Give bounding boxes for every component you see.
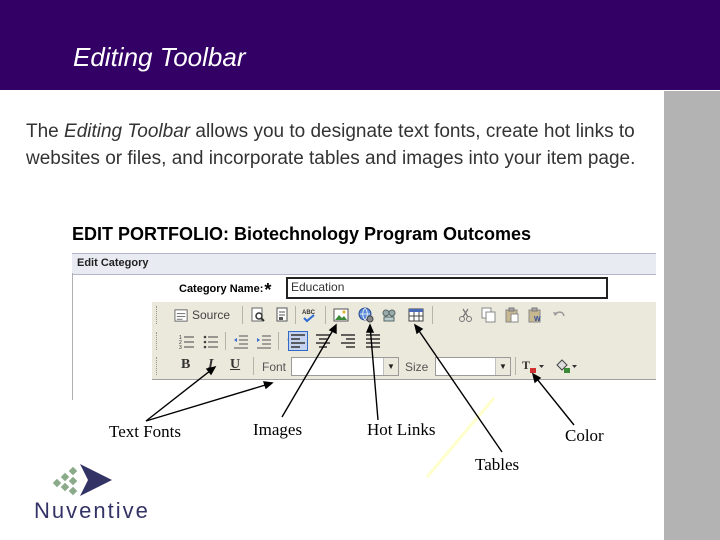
size-label: Size xyxy=(405,360,429,374)
paste-special-icon: W xyxy=(528,307,541,323)
intro-prefix: The xyxy=(26,121,65,142)
undo-button[interactable] xyxy=(550,306,568,324)
editor-content-area[interactable] xyxy=(152,379,656,401)
source-label: Source xyxy=(192,308,231,322)
svg-text:3: 3 xyxy=(179,345,182,349)
background-color-button[interactable] xyxy=(552,357,580,375)
text-color-button[interactable]: T xyxy=(520,357,546,375)
insert-table-button[interactable] xyxy=(407,306,425,324)
toolbar-separator xyxy=(225,332,226,350)
insert-image-button[interactable] xyxy=(332,306,350,324)
title-banner: Editing Toolbar xyxy=(0,0,720,90)
copy-icon xyxy=(481,307,496,323)
insert-object-button[interactable] xyxy=(380,306,398,324)
link-chain-icon xyxy=(382,309,396,322)
logo-mark-icon xyxy=(52,464,112,496)
justify-button[interactable] xyxy=(364,332,382,350)
align-left-button[interactable] xyxy=(288,331,308,351)
align-right-button[interactable] xyxy=(339,332,357,350)
category-name-label: Category Name:* xyxy=(179,280,271,301)
tables-callout: Tables xyxy=(475,455,520,474)
indent-button[interactable] xyxy=(255,332,273,350)
category-label-text: Category Name: xyxy=(179,283,264,295)
cut-button[interactable] xyxy=(457,306,475,324)
toolbar-separator xyxy=(278,332,279,350)
numbered-list-icon: 123 xyxy=(179,335,194,349)
bullet-list-button[interactable] xyxy=(202,332,220,350)
source-button[interactable]: Source xyxy=(174,306,230,324)
magnifier-icon xyxy=(251,307,265,322)
toolbar-separator xyxy=(432,306,433,324)
category-name-input[interactable]: Education xyxy=(286,277,608,299)
svg-text:W: W xyxy=(534,316,541,323)
align-center-icon xyxy=(316,334,330,348)
globe-link-icon xyxy=(358,307,374,323)
edit-category-bar: Edit Category xyxy=(72,253,656,275)
outdent-button[interactable] xyxy=(232,332,250,350)
image-icon xyxy=(333,308,349,322)
italic-button[interactable]: I xyxy=(208,357,213,373)
copy-button[interactable] xyxy=(480,306,498,324)
table-icon xyxy=(408,308,424,322)
toolbar-grip[interactable] xyxy=(156,306,160,324)
template-button[interactable] xyxy=(273,306,291,324)
paste-word-button[interactable]: W xyxy=(526,306,544,324)
paste-button[interactable] xyxy=(503,306,521,324)
justify-icon xyxy=(366,334,380,348)
numbered-list-button[interactable]: 123 xyxy=(178,332,196,350)
align-right-icon xyxy=(341,334,355,348)
insert-link-button[interactable] xyxy=(357,306,375,324)
frame-line xyxy=(72,273,73,400)
slide-title: Editing Toolbar xyxy=(73,42,246,72)
document-icon xyxy=(276,307,288,322)
nuventive-logo: Nuventive xyxy=(34,460,164,530)
hot-links-callout: Hot Links xyxy=(367,420,436,439)
indent-icon xyxy=(257,335,271,349)
align-center-button[interactable] xyxy=(314,332,332,350)
underline-button[interactable]: U xyxy=(230,357,240,373)
scissors-icon xyxy=(459,308,472,322)
undo-icon xyxy=(553,311,565,317)
intro-emphasis: Editing Toolbar xyxy=(64,121,191,142)
toolbar-row-1: Source ABC W xyxy=(152,302,656,328)
paint-bucket-icon xyxy=(556,359,577,373)
toolbar-separator xyxy=(325,306,326,324)
portfolio-title: EDIT PORTFOLIO: Biotechnology Program Ou… xyxy=(72,224,532,244)
toolbar-separator xyxy=(515,357,516,375)
font-select[interactable]: ▼ xyxy=(291,357,399,376)
logo-text: Nuventive xyxy=(34,498,150,523)
intro-paragraph: The Editing Toolbar allows you to design… xyxy=(26,118,656,172)
spellcheck-button[interactable]: ABC xyxy=(300,306,318,324)
toolbar-row-2: 123 “ xyxy=(152,328,656,353)
align-left-icon xyxy=(291,334,305,348)
toolbar-separator xyxy=(295,306,296,324)
clipboard-icon xyxy=(505,307,519,323)
toolbar-separator xyxy=(242,306,243,324)
toolbar-separator xyxy=(253,357,254,375)
spellcheck-icon: ABC xyxy=(302,310,316,323)
editing-toolbar: Source ABC W 123 B I U Font ▼ Size ▼ T xyxy=(152,302,656,379)
toolbar-grip[interactable] xyxy=(156,357,160,375)
outdent-icon xyxy=(234,335,248,349)
font-label: Font xyxy=(262,360,287,374)
toolbar-row-3: B I U Font ▼ Size ▼ T xyxy=(152,353,656,379)
text-color-icon: T xyxy=(522,358,544,373)
decorative-side-bar xyxy=(664,91,720,540)
source-icon xyxy=(174,308,188,322)
size-select[interactable]: ▼ xyxy=(435,357,511,376)
toolbar-grip[interactable] xyxy=(156,332,160,350)
required-mark: * xyxy=(264,280,272,300)
bold-button[interactable]: B xyxy=(181,357,190,373)
category-name-value: Education xyxy=(291,280,345,294)
svg-text:T: T xyxy=(522,358,530,372)
color-callout: Color xyxy=(565,426,604,445)
size-dropdown-arrow[interactable]: ▼ xyxy=(495,358,510,375)
editor-screenshot: EDIT PORTFOLIO: Biotechnology Program Ou… xyxy=(72,220,656,401)
text-fonts-callout: Text Fonts xyxy=(109,422,182,441)
preview-button[interactable] xyxy=(249,306,267,324)
images-callout: Images xyxy=(253,420,303,439)
bullet-list-icon xyxy=(203,335,218,349)
font-dropdown-arrow[interactable]: ▼ xyxy=(383,358,398,375)
section-label: Edit Category xyxy=(77,257,149,269)
